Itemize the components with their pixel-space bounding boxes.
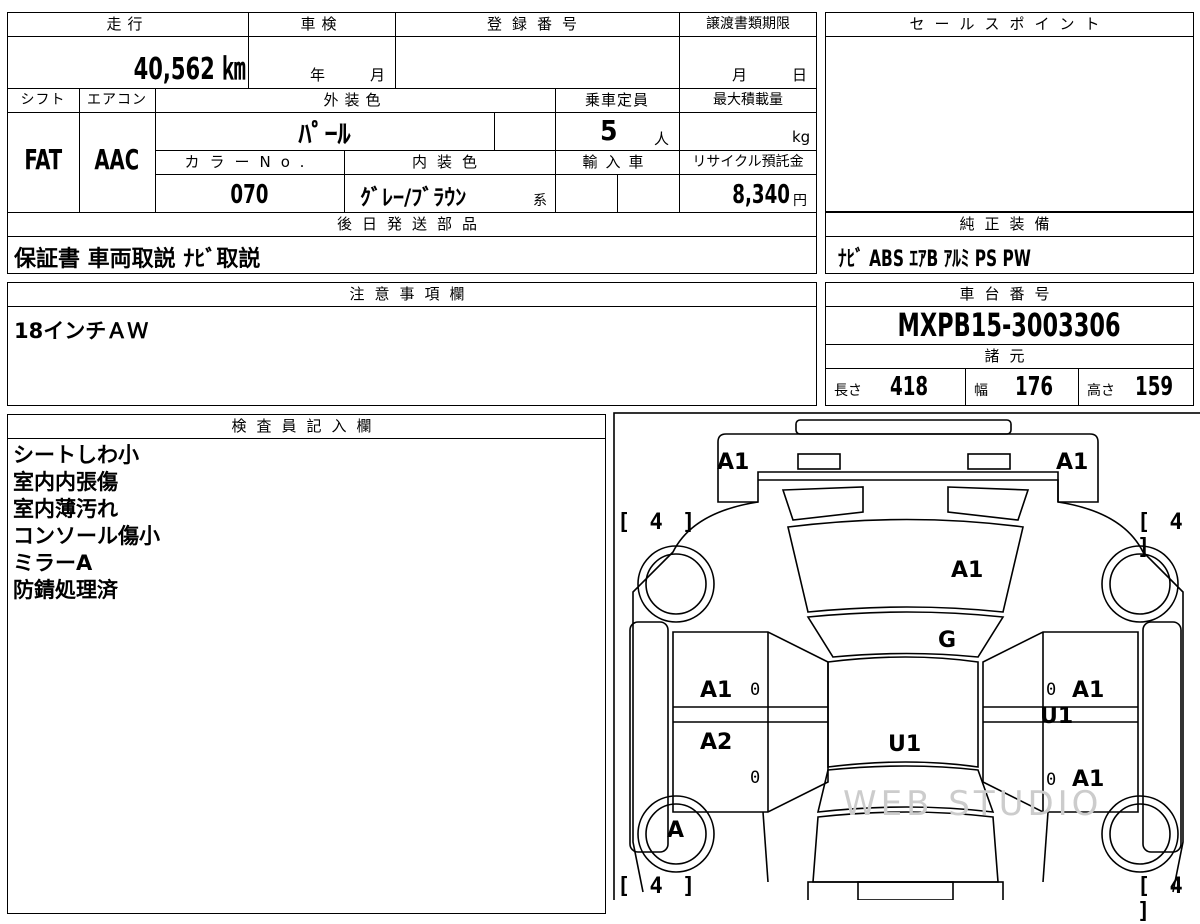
width-label: 幅 [974, 383, 988, 399]
car-outline [613, 412, 1200, 900]
registration-label: 登録番号 [486, 15, 587, 33]
note-item: 室内内張傷 [13, 470, 118, 494]
interior-color-value: ｸﾞﾚｰ/ﾌﾞﾗｳﾝ [360, 186, 467, 211]
tire-tread-front-right: [ 4 ] [1137, 510, 1186, 560]
shift-label: シフト [20, 92, 66, 108]
chassis-value: MXPB15-3003306 [897, 306, 1122, 344]
inspector-label: 検査員記入欄 [231, 417, 382, 435]
mark-u1-right: U1 [1040, 704, 1074, 729]
car-damage-diagram: A1 A1 A1 G A1 0 A2 0 U1 0 A1 U1 0 A1 A [… [613, 412, 1200, 924]
genuine-equipment-value: ﾅﾋﾞ ABS ｴｱB ｱﾙﾐ PS PW [838, 247, 1031, 272]
mileage-value: 40,562 ㎞ [134, 52, 246, 87]
interior-color-suffix: 系 [533, 193, 547, 209]
capacity-value: 5 [600, 114, 618, 147]
specs-label: 諸元 [984, 347, 1035, 365]
inspection-month-unit: 月 [370, 66, 386, 84]
aircon-value: AAC [94, 143, 140, 176]
caution-label: 注意事項欄 [349, 285, 475, 303]
transfer-deadline-label: 譲渡書類期限 [706, 16, 790, 32]
mileage-label: 走行 [106, 15, 149, 33]
mark-a1-front-right: A1 [1056, 450, 1089, 475]
later-parts-label: 後日発送部品 [336, 215, 487, 233]
exterior-color-label: 外装色 [323, 91, 387, 109]
inspection-year-unit: 年 [310, 66, 326, 84]
note-item: ミラーA [13, 551, 93, 575]
deadline-day-unit: 日 [792, 66, 808, 84]
tire-tread-rear-right: [ 4 ] [1137, 874, 1186, 924]
mark-a1-front-left: A1 [717, 450, 750, 475]
recycle-value: 8,340 [732, 180, 790, 210]
zero-mark: 0 [750, 680, 761, 700]
max-load-unit: kg [792, 128, 811, 146]
tire-tread-rear-left: [ 4 ] [617, 874, 699, 899]
mark-a1-left-front-door: A1 [700, 678, 733, 703]
genuine-equipment-label: 純正装備 [959, 215, 1060, 233]
aircon-label: エアコン [87, 92, 147, 108]
note-item: コンソール傷小 [13, 524, 160, 548]
height-value: 159 [1135, 372, 1174, 402]
interior-color-label: 内装色 [411, 153, 487, 171]
mark-g-windshield: G [938, 628, 957, 653]
mark-a2-left-rear-door: A2 [700, 730, 733, 755]
length-value: 418 [890, 372, 929, 402]
sales-point-box [825, 12, 1194, 212]
color-no-value: 070 [230, 180, 269, 210]
watermark: WEB STUDIO [843, 784, 1103, 824]
capacity-label: 乗車定員 [584, 91, 649, 109]
later-parts-value: 保証書 車両取説 ﾅﾋﾞ取説 [14, 247, 261, 272]
inspection-label: 車検 [300, 15, 343, 33]
mark-a-left-rear-wheel: A [667, 818, 685, 843]
note-item: 室内薄汚れ [13, 497, 118, 521]
shift-value: FAT [24, 143, 62, 176]
capacity-unit: 人 [654, 130, 670, 148]
exterior-color-value: ﾊﾟｰﾙ [298, 120, 351, 150]
mark-a1-hood: A1 [951, 558, 984, 583]
color-no-label: カラーNo. [184, 153, 315, 171]
chassis-label: 車台番号 [959, 285, 1060, 303]
length-label: 長さ [834, 383, 862, 399]
deadline-month-unit: 月 [732, 66, 748, 84]
mark-u1-roof: U1 [888, 732, 922, 757]
recycle-unit: 円 [793, 193, 807, 209]
width-value: 176 [1015, 372, 1054, 402]
tire-tread-front-left: [ 4 ] [617, 510, 699, 535]
inspector-notes: シートしわ小 室内内張傷 室内薄汚れ コンソール傷小 ミラーA 防錆処理済 [13, 442, 160, 604]
max-load-label: 最大積載量 [713, 92, 783, 108]
note-item: 防錆処理済 [13, 578, 118, 602]
caution-value: 18インチＡＷ [14, 319, 149, 343]
import-label: 輸入車 [582, 153, 652, 171]
height-label: 高さ [1087, 383, 1115, 399]
zero-mark: 0 [1046, 680, 1057, 700]
note-item: シートしわ小 [13, 443, 139, 467]
mark-a1-right-front-door: A1 [1072, 678, 1105, 703]
recycle-label: リサイクル預託金 [692, 154, 804, 170]
sales-point-label: セールスポイント [909, 15, 1110, 33]
zero-mark: 0 [750, 768, 761, 788]
